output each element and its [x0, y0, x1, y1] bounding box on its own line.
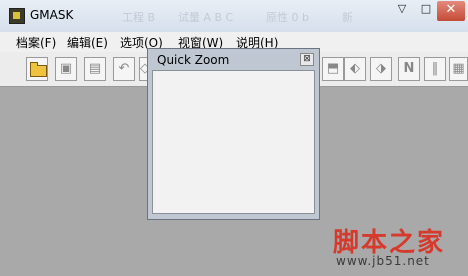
tool-7-icon: ⬖ [350, 61, 360, 76]
quick-zoom-window[interactable]: Quick Zoom ⊠ [147, 48, 320, 220]
title-bar: GMASK 工程 B 试量 A B C 原性 0 b 新 ▽ □ ✕ [0, 0, 468, 32]
tool-11-button[interactable]: ▦ [449, 57, 468, 81]
minimize-button[interactable]: ▽ [393, 1, 411, 21]
tool-8-icon: ⬗ [376, 61, 386, 76]
save-as-button[interactable]: ▤ [84, 57, 106, 81]
quick-zoom-title: Quick Zoom [157, 53, 230, 67]
quick-zoom-close-button[interactable]: ⊠ [300, 53, 314, 66]
ghost-label-1: 工程 B [122, 11, 156, 24]
tool-8-button[interactable]: ⬗ [370, 57, 392, 81]
n-icon: N [403, 61, 415, 76]
watermark-url: www.jb51.net [336, 254, 430, 268]
quick-zoom-view [152, 70, 315, 214]
open-folder-icon [30, 62, 47, 77]
n-button[interactable]: N [398, 57, 420, 81]
save-icon: ▣ [59, 61, 73, 76]
menu-file[interactable]: 档案(F) [16, 34, 56, 51]
tool-7-button[interactable]: ⬖ [344, 57, 366, 81]
ghost-label-4: 新 [342, 11, 353, 24]
undo-icon: ↶ [118, 61, 130, 76]
tool-6-icon: ⬒ [326, 61, 340, 76]
close-button[interactable]: ✕ [437, 1, 465, 21]
window-title: GMASK [30, 8, 74, 22]
ghost-label-2: 试量 A B C [178, 11, 234, 24]
barcode-button[interactable]: ‖ [424, 57, 446, 81]
save-button[interactable]: ▣ [55, 57, 77, 81]
menu-edit[interactable]: 编辑(E) [67, 34, 108, 51]
maximize-button[interactable]: □ [417, 1, 435, 21]
undo-button[interactable]: ↶ [113, 57, 135, 81]
tool-6-button[interactable]: ⬒ [322, 57, 344, 81]
ghost-label-3: 原性 0 b [266, 11, 309, 24]
save-as-icon: ▤ [88, 61, 102, 76]
app-icon [9, 8, 25, 24]
barcode-icon: ‖ [431, 61, 439, 76]
tool-11-icon: ▦ [452, 61, 465, 76]
open-button[interactable] [26, 57, 48, 81]
